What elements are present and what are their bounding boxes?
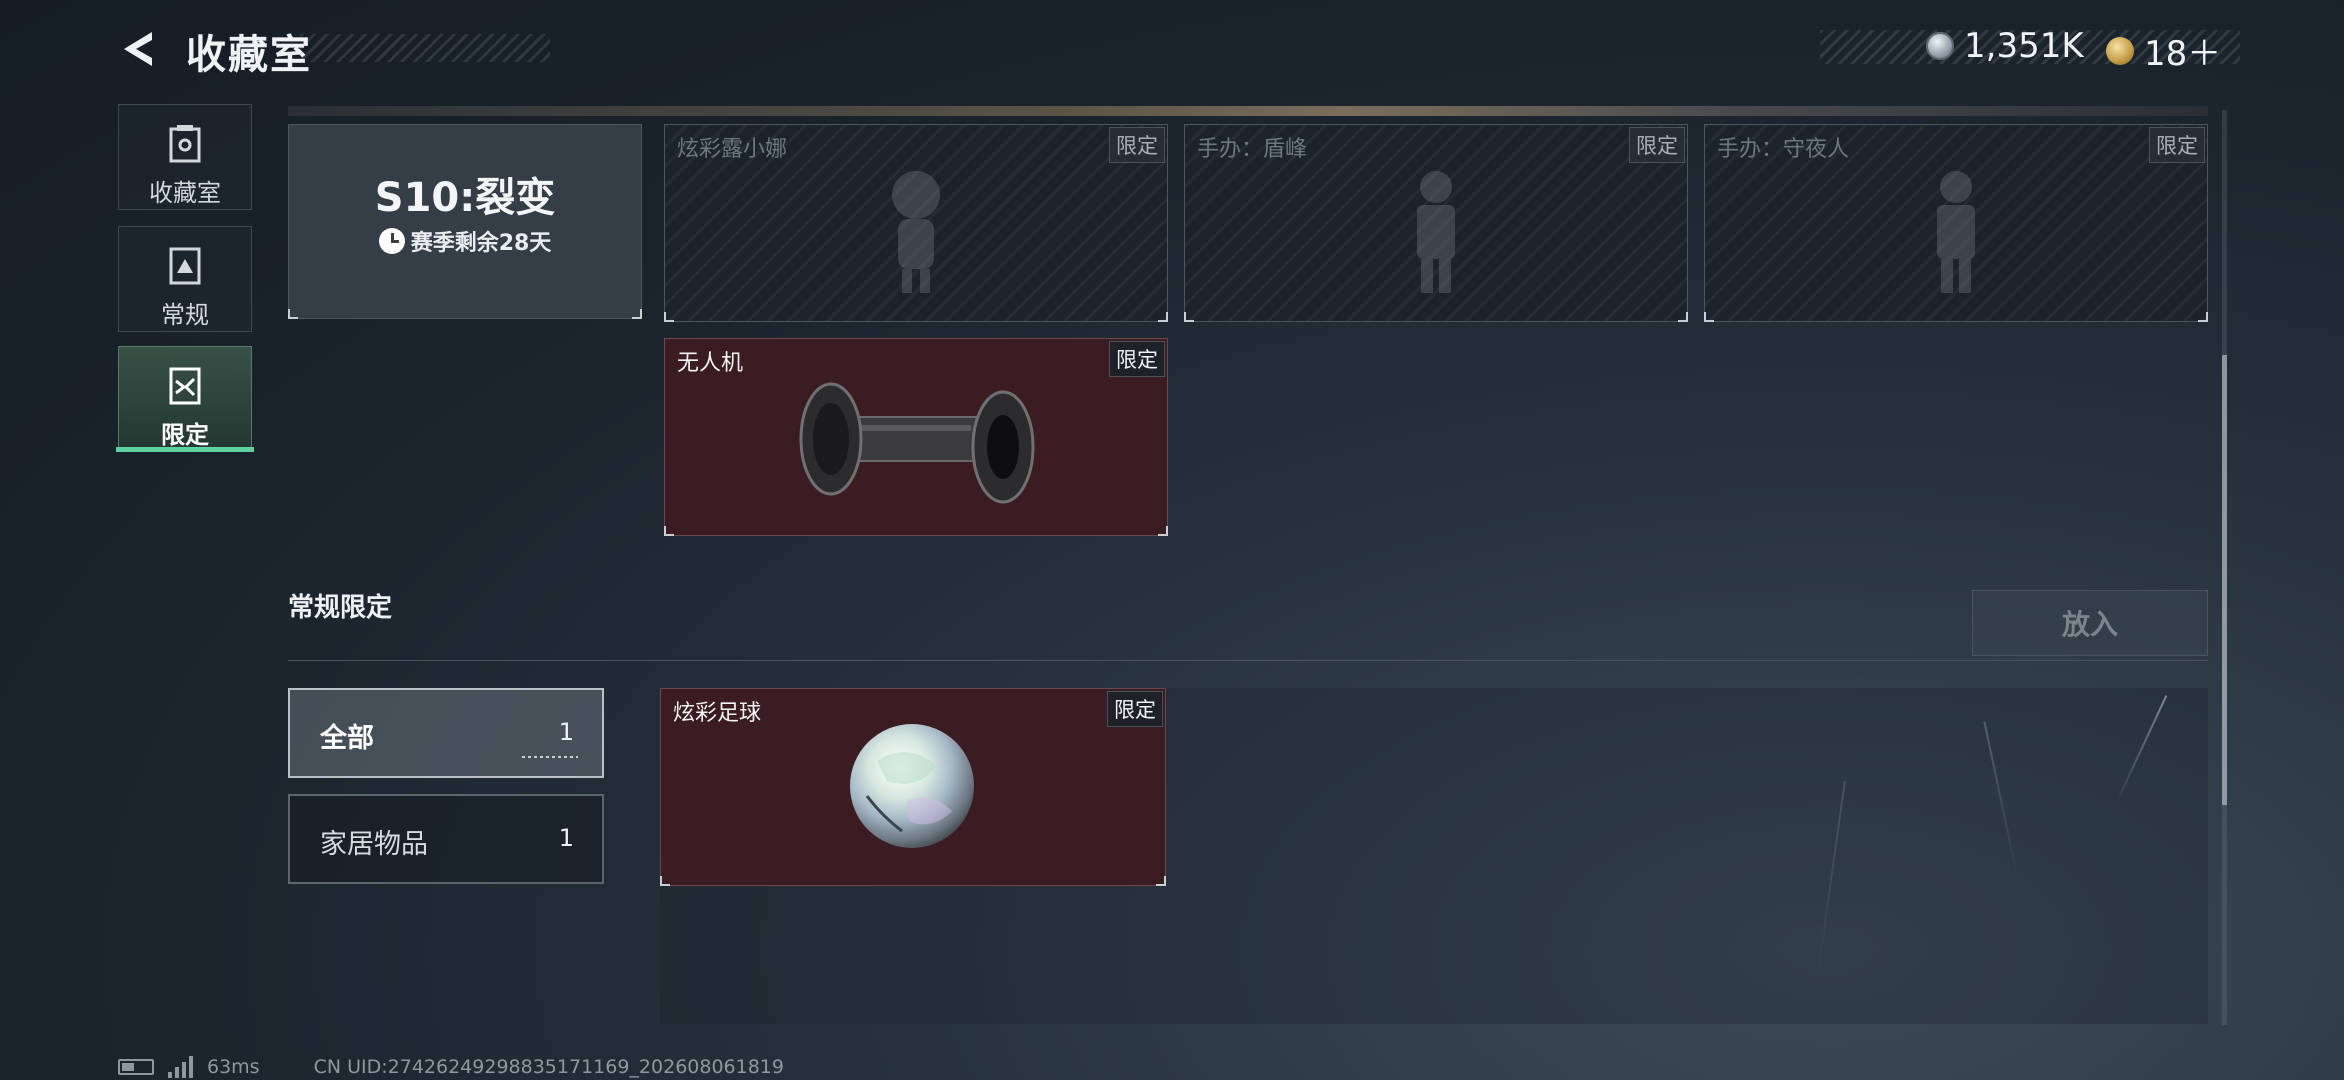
doll-silhouette-icon xyxy=(892,171,940,293)
filter-all[interactable]: 全部 1 xyxy=(288,688,604,778)
back-button[interactable] xyxy=(118,28,160,70)
season-title: S10:裂变 xyxy=(374,175,556,221)
filter-dash-decoration xyxy=(522,756,578,758)
figure-silhouette-icon xyxy=(1937,171,1975,293)
gold-currency-value: 18＋ xyxy=(2144,34,2222,74)
corner-mark xyxy=(664,526,674,536)
gold-currency[interactable]: 18＋ xyxy=(2106,26,2221,75)
nav-limited[interactable]: 限定 xyxy=(118,346,252,452)
nav-label: 常规 xyxy=(161,301,209,329)
item-name: 炫彩足球 xyxy=(673,701,762,726)
item-name: 手办：盾峰 xyxy=(1197,137,1308,162)
season-banner xyxy=(288,106,2208,116)
regular-card-icon xyxy=(169,247,201,285)
ping-text: 63ms xyxy=(207,1056,260,1078)
put-in-button[interactable]: 放入 xyxy=(1972,590,2208,656)
season-card: S10:裂变 赛季剩余28天 xyxy=(288,124,642,319)
scrollbar-thumb[interactable] xyxy=(2222,355,2227,805)
item-name: 炫彩露小娜 xyxy=(677,137,788,162)
filter-label: 全部 xyxy=(320,723,374,754)
drone-image xyxy=(799,382,1035,504)
limited-tag: 限定 xyxy=(2149,127,2205,163)
limited-tag: 限定 xyxy=(1109,341,1165,377)
filter-count: 1 xyxy=(558,718,574,746)
item-card-locked[interactable]: 手办：盾峰 限定 xyxy=(1184,124,1688,322)
corner-mark xyxy=(1158,312,1168,322)
section-divider xyxy=(288,660,2208,661)
filter-home-items[interactable]: 家居物品 1 xyxy=(288,794,604,884)
uid-text: CN UID:274262492988351711​69_20260806181… xyxy=(313,1056,784,1078)
season-remaining-text: 赛季剩余28天 xyxy=(410,231,552,256)
nav-label: 收藏室 xyxy=(149,179,221,207)
silver-coin-icon xyxy=(1926,32,1954,60)
corner-mark xyxy=(660,876,670,886)
football-image xyxy=(850,724,974,848)
item-card-owned[interactable]: 炫彩足球 限定 xyxy=(660,688,1166,886)
section-title: 常规限定 xyxy=(288,593,393,623)
nav-label: 限定 xyxy=(161,421,209,449)
silver-currency-value: 1,351K xyxy=(1964,26,2084,66)
status-bar: 63ms CN UID:274262492988351711​69_202608… xyxy=(118,1056,784,1078)
limited-tag: 限定 xyxy=(1107,691,1163,727)
corner-mark xyxy=(288,309,298,319)
limited-tag: 限定 xyxy=(1629,127,1685,163)
filter-label: 家居物品 xyxy=(320,829,428,860)
filter-count: 1 xyxy=(558,824,574,852)
item-name: 无人机 xyxy=(677,351,744,376)
nav-active-indicator xyxy=(116,447,254,452)
page-title: 收藏室 xyxy=(186,32,312,78)
limited-tag: 限定 xyxy=(1109,127,1165,163)
corner-mark xyxy=(664,312,674,322)
corner-mark xyxy=(1158,526,1168,536)
clock-icon xyxy=(378,228,405,254)
corner-mark xyxy=(2198,312,2208,322)
corner-mark xyxy=(1704,312,1714,322)
item-name: 手办：守夜人 xyxy=(1717,137,1850,162)
back-arrow-icon xyxy=(124,32,152,66)
item-card-owned[interactable]: 无人机 限定 xyxy=(664,338,1168,536)
battery-icon xyxy=(118,1059,154,1075)
corner-mark xyxy=(1678,312,1688,322)
item-card-locked[interactable]: 炫彩露小娜 限定 xyxy=(664,124,1168,322)
season-remaining: 赛季剩余28天 xyxy=(289,225,641,257)
title-decoration xyxy=(300,34,550,62)
corner-mark xyxy=(632,309,642,319)
collection-room-icon xyxy=(169,125,201,163)
gold-coin-icon xyxy=(2106,36,2134,65)
corner-mark xyxy=(1184,312,1194,322)
limited-card-icon xyxy=(169,367,201,405)
item-card-locked[interactable]: 手办：守夜人 限定 xyxy=(1704,124,2208,322)
silver-currency[interactable]: 1,351K xyxy=(1926,26,2084,66)
nav-collection-room[interactable]: 收藏室 xyxy=(118,104,252,210)
figure-silhouette-icon xyxy=(1417,171,1455,293)
nav-regular[interactable]: 常规 xyxy=(118,226,252,332)
signal-icon xyxy=(168,1056,193,1078)
corner-mark xyxy=(1156,876,1166,886)
